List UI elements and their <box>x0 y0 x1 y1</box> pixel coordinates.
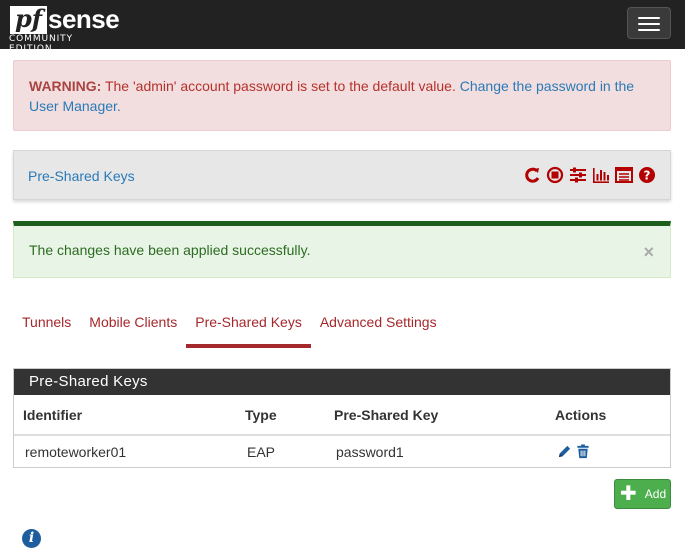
table-header-row: Identifier Type Pre-Shared Key Actions <box>14 395 670 436</box>
restart-icon[interactable] <box>523 166 541 184</box>
log-list-icon[interactable] <box>615 166 633 184</box>
settings-sliders-icon[interactable] <box>569 166 587 184</box>
col-pre-shared-key: Pre-Shared Key <box>325 395 546 436</box>
cell-actions <box>546 434 670 467</box>
warning-text: The 'admin' account password is set to t… <box>101 78 460 94</box>
add-button[interactable]: ✚ Add <box>614 479 671 509</box>
success-message: The changes have been applied successful… <box>29 242 311 258</box>
logo-pf: pf <box>10 6 47 34</box>
panel-heading: Pre-Shared Keys <box>14 369 670 395</box>
edit-pencil-icon[interactable] <box>557 444 572 459</box>
stop-icon[interactable] <box>546 166 564 184</box>
col-type: Type <box>236 395 325 436</box>
tab-tunnels[interactable]: Tunnels <box>13 300 80 348</box>
cell-type: EAP <box>236 434 325 467</box>
hamburger-line <box>638 23 660 25</box>
info-icon[interactable]: i <box>22 529 41 548</box>
psk-table: Identifier Type Pre-Shared Key Actions r… <box>14 395 670 467</box>
tab-advanced-settings[interactable]: Advanced Settings <box>311 300 446 348</box>
close-alert-button[interactable]: × <box>643 243 654 261</box>
hamburger-line <box>638 29 660 31</box>
tab-mobile-clients[interactable]: Mobile Clients <box>80 300 186 348</box>
changes-applied-alert: The changes have been applied successful… <box>13 221 671 278</box>
pre-shared-keys-panel: Pre-Shared Keys Identifier Type Pre-Shar… <box>13 368 671 468</box>
tab-pre-shared-keys[interactable]: Pre-Shared Keys <box>186 300 311 348</box>
cell-key: password1 <box>325 434 546 467</box>
pfsense-logo[interactable]: pf sense COMMUNITY EDITION <box>8 4 120 54</box>
svg-text:?: ? <box>644 169 651 183</box>
col-actions: Actions <box>546 395 670 436</box>
table-row: remoteworker01 EAP password1 <box>14 434 670 467</box>
help-icon[interactable]: ? <box>638 166 656 184</box>
ipsec-tabs: Tunnels Mobile Clients Pre-Shared Keys A… <box>13 300 446 348</box>
col-identifier: Identifier <box>14 395 236 436</box>
hamburger-line <box>638 17 660 19</box>
breadcrumb-title[interactable]: Pre-Shared Keys <box>28 168 135 184</box>
menu-toggle-button[interactable] <box>627 7 671 39</box>
breadcrumb-bar: Pre-Shared Keys ? <box>13 150 671 200</box>
warning-label: WARNING: <box>29 78 102 94</box>
breadcrumb-icons: ? <box>523 166 656 184</box>
cell-identifier: remoteworker01 <box>14 434 236 467</box>
delete-trash-icon[interactable] <box>576 444 590 459</box>
top-navbar: pf sense COMMUNITY EDITION <box>0 0 685 54</box>
default-password-warning: WARNING: The 'admin' account password is… <box>13 60 671 131</box>
logo-sense: sense <box>48 4 120 34</box>
logo-edition: COMMUNITY EDITION <box>9 34 73 54</box>
add-button-label: Add <box>644 487 667 501</box>
bar-chart-icon[interactable] <box>592 166 610 184</box>
plus-icon: ✚ <box>620 483 637 505</box>
